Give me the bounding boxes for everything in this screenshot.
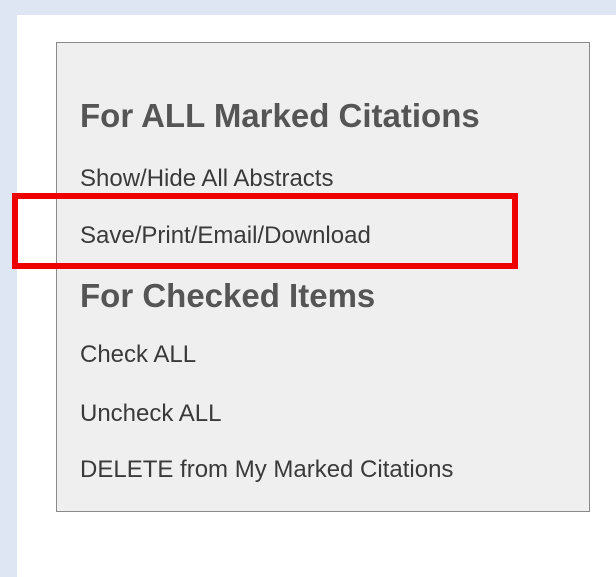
for-checked-items-heading: For Checked Items: [80, 277, 376, 314]
delete-from-marked-citations-link[interactable]: DELETE from My Marked Citations: [80, 458, 453, 482]
uncheck-all-link[interactable]: Uncheck ALL: [80, 402, 221, 426]
show-hide-all-abstracts-link[interactable]: Show/Hide All Abstracts: [80, 167, 333, 191]
marked-citations-actions-panel: For ALL Marked Citations Show/Hide All A…: [56, 42, 590, 512]
for-all-marked-citations-heading: For ALL Marked Citations: [80, 97, 480, 134]
save-print-email-download-link[interactable]: Save/Print/Email/Download: [80, 224, 371, 248]
check-all-link[interactable]: Check ALL: [80, 343, 196, 367]
